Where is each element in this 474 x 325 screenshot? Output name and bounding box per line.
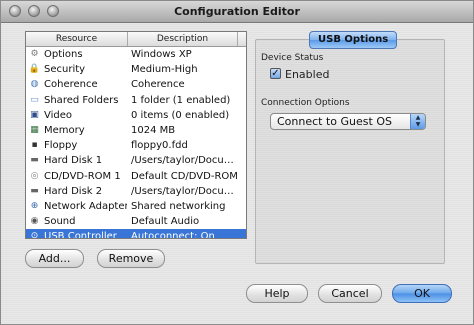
ok-button[interactable]: OK [392, 284, 452, 303]
resource-description: Medium-High [131, 64, 198, 76]
hard-disk-icon: ▬ [30, 185, 39, 196]
resource-name: Hard Disk 2 [44, 185, 103, 197]
resource-description: Default CD/DVD-ROM [131, 170, 238, 182]
speaker-icon: ◉ [30, 216, 39, 227]
resource-cell: ⊙ USB Controller [26, 229, 127, 239]
resource-description: Default Audio [131, 216, 200, 228]
resource-row[interactable]: ▣ Video 0 items (0 enabled) [26, 108, 246, 123]
coherence-icon: ◍ [30, 79, 39, 90]
resource-name: Video [44, 109, 73, 121]
resource-row[interactable]: ▬ Hard Disk 2/Users/taylor/Docu… [26, 184, 246, 199]
column-header-description[interactable]: Description [128, 32, 238, 46]
resource-description: 0 items (0 enabled) [131, 109, 230, 121]
remove-button[interactable]: Remove [97, 249, 165, 268]
add-button[interactable]: Add... [25, 249, 84, 268]
enabled-label: Enabled [285, 68, 330, 81]
resource-name: Options [44, 49, 83, 60]
resource-description: /Users/taylor/Docu… [131, 155, 234, 167]
resource-name: Sound [44, 216, 76, 228]
resource-cell: ▬ Hard Disk 2 [26, 184, 127, 199]
resource-cell: ▭ Shared Folders [26, 93, 127, 108]
network-icon: ⊕ [30, 200, 39, 211]
resource-list[interactable]: Resource Description ⚙ Options Windows XP 🔒… [25, 31, 247, 239]
gear-icon: ⚙ [30, 49, 39, 60]
cancel-button[interactable]: Cancel [318, 284, 382, 303]
resource-name: USB Controller [44, 231, 117, 239]
resource-row[interactable]: ▦ Memory 1024 MB [26, 123, 246, 138]
device-status-label: Device Status [261, 53, 324, 63]
configuration-editor-window: Configuration Editor Resource Descriptio… [0, 0, 474, 325]
resource-name: Network Adapter 1 [44, 200, 127, 212]
resource-description: 1024 MB [131, 124, 176, 136]
resource-description: /Users/taylor/Docu… [131, 185, 234, 197]
resource-description: Windows XP [131, 49, 192, 60]
resource-cell: ▦ Memory [26, 123, 127, 138]
resource-description: 1 folder (1 enabled) [131, 94, 231, 106]
column-header-resource[interactable]: Resource [26, 32, 128, 46]
resource-row[interactable]: ▪ Floppy floppy0.fdd [26, 138, 246, 153]
usb-icon: ⊙ [30, 231, 39, 239]
up-down-arrows-icon: ▲ ▼ [410, 114, 425, 129]
window-title: Configuration Editor [174, 5, 300, 18]
resource-row[interactable]: 🔒 Security Medium-High [26, 62, 246, 77]
column-header-spacer [238, 32, 246, 46]
resource-cell: ▣ Video [26, 108, 127, 123]
checkmark-icon: ✓ [271, 68, 280, 79]
help-button[interactable]: Help [246, 284, 308, 303]
resource-cell: ⊕ Network Adapter 1 [26, 199, 127, 214]
resource-cell: ▬ Hard Disk 1 [26, 153, 127, 168]
resource-row[interactable]: ⚙ Options Windows XP [26, 47, 246, 62]
floppy-icon: ▪ [31, 140, 38, 151]
resource-cell: ◍ Coherence [26, 77, 127, 92]
resource-row[interactable]: ◉ Sound Default Audio [26, 214, 246, 229]
tab-usb-options[interactable]: USB Options [309, 31, 398, 49]
resource-name: Memory [44, 124, 85, 136]
resource-row[interactable]: ◍ Coherence Coherence [26, 77, 246, 92]
lock-icon: 🔒 [28, 64, 41, 75]
resource-row[interactable]: ⊕ Network Adapter 1 Shared networking [26, 199, 246, 214]
resource-cell: ⚙ Options [26, 47, 127, 62]
resource-description: Shared networking [131, 200, 226, 212]
resource-name: Floppy [44, 140, 78, 152]
folder-icon: ▭ [30, 94, 39, 105]
resource-row[interactable]: ▬ Hard Disk 1/Users/taylor/Docu… [26, 153, 246, 168]
enabled-checkbox[interactable]: ✓ [270, 68, 281, 79]
resource-cell: ◎ CD/DVD-ROM 1 [26, 169, 127, 184]
monitor-icon: ▣ [30, 109, 39, 120]
resource-row[interactable]: ▭ Shared Folders 1 folder (1 enabled) [26, 93, 246, 108]
resource-description: floppy0.fdd [131, 140, 188, 152]
resource-rows: ⚙ Options Windows XP 🔒 Security Medium-High ◍ C… [26, 47, 246, 239]
resource-cell: 🔒 Security [26, 62, 127, 77]
resource-name: Coherence [44, 79, 98, 91]
connection-options-value: Connect to Guest OS [277, 115, 392, 128]
title-bar: Configuration Editor [1, 1, 473, 23]
resource-description: Coherence [131, 79, 185, 91]
connection-options-select[interactable]: Connect to Guest OS ▲ ▼ [270, 113, 426, 130]
resource-cell: ▪ Floppy [26, 138, 127, 153]
resource-row[interactable]: ⊙ USB Controller Autoconnect: On [26, 229, 246, 239]
cd-icon: ◎ [30, 170, 39, 181]
hard-disk-icon: ▬ [30, 155, 39, 166]
resource-name: Security [44, 64, 86, 76]
resource-list-header: Resource Description [26, 32, 246, 47]
resource-name: Hard Disk 1 [44, 155, 103, 167]
usb-options-panel [255, 39, 445, 264]
connection-options-label: Connection Options [261, 98, 350, 108]
resource-name: CD/DVD-ROM 1 [44, 170, 121, 182]
resource-name: Shared Folders [44, 94, 119, 106]
memory-chip-icon: ▦ [30, 125, 39, 136]
resource-description: Autoconnect: On [131, 231, 215, 239]
resource-row[interactable]: ◎ CD/DVD-ROM 1 Default CD/DVD-ROM [26, 169, 246, 184]
resource-cell: ◉ Sound [26, 214, 127, 229]
